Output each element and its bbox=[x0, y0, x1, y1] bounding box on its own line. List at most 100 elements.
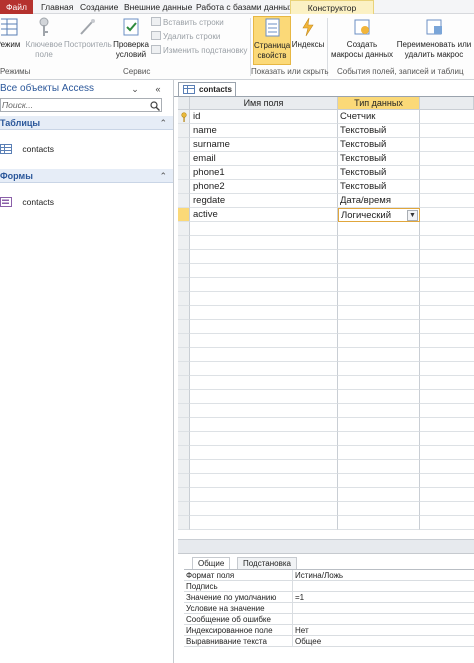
empty-row[interactable] bbox=[178, 348, 474, 362]
property-value[interactable] bbox=[292, 581, 474, 592]
row-selector[interactable] bbox=[178, 502, 190, 516]
field-row[interactable]: name Текстовый bbox=[178, 124, 474, 138]
row-selector[interactable] bbox=[178, 362, 190, 376]
data-type-cell[interactable] bbox=[338, 432, 420, 446]
empty-row[interactable] bbox=[178, 516, 474, 530]
data-type-cell[interactable] bbox=[338, 362, 420, 376]
field-name-cell[interactable] bbox=[190, 264, 338, 278]
nav-section-tables[interactable]: Таблицы ⌃ bbox=[0, 116, 173, 130]
primary-key-button[interactable]: Ключевое поле bbox=[24, 16, 64, 60]
description-cell[interactable] bbox=[420, 320, 474, 334]
field-name-cell[interactable] bbox=[190, 278, 338, 292]
description-cell[interactable] bbox=[420, 180, 474, 194]
tab-create[interactable]: Создание bbox=[77, 0, 121, 14]
data-type-cell[interactable]: Текстовый bbox=[338, 166, 420, 180]
test-validation-button[interactable]: Проверка условий bbox=[110, 16, 152, 60]
empty-row[interactable] bbox=[178, 250, 474, 264]
data-type-cell[interactable]: Текстовый bbox=[338, 124, 420, 138]
grid-corner[interactable] bbox=[178, 97, 190, 110]
field-name-cell[interactable] bbox=[190, 404, 338, 418]
row-selector[interactable] bbox=[178, 404, 190, 418]
tab-general[interactable]: Общие bbox=[192, 557, 231, 569]
property-row[interactable]: Условие на значение bbox=[184, 603, 474, 614]
data-type-cell[interactable]: Текстовый bbox=[338, 152, 420, 166]
field-name-cell[interactable]: phone2 bbox=[190, 180, 338, 194]
row-selector[interactable] bbox=[178, 376, 190, 390]
field-name-cell[interactable]: name bbox=[190, 124, 338, 138]
delete-rows-button[interactable]: Удалить строки bbox=[151, 31, 220, 43]
empty-row[interactable] bbox=[178, 292, 474, 306]
empty-row[interactable] bbox=[178, 362, 474, 376]
description-cell[interactable] bbox=[420, 418, 474, 432]
description-cell[interactable] bbox=[420, 194, 474, 208]
nav-menu-chevron-icon[interactable]: ⌄ bbox=[129, 83, 141, 95]
description-cell[interactable] bbox=[420, 334, 474, 348]
field-name-cell[interactable] bbox=[190, 502, 338, 516]
empty-row[interactable] bbox=[178, 460, 474, 474]
property-sheet-button[interactable]: Страница свойств bbox=[253, 16, 291, 65]
field-name-cell[interactable] bbox=[190, 236, 338, 250]
tab-external-data[interactable]: Внешние данные bbox=[121, 0, 195, 14]
field-name-cell[interactable] bbox=[190, 516, 338, 530]
description-cell[interactable] bbox=[420, 432, 474, 446]
tab-lookup[interactable]: Подстановка bbox=[237, 557, 297, 569]
property-row[interactable]: Сообщение об ошибке bbox=[184, 614, 474, 625]
row-selector[interactable] bbox=[178, 474, 190, 488]
column-header-description[interactable] bbox=[420, 97, 474, 110]
data-type-cell[interactable]: Текстовый bbox=[338, 180, 420, 194]
description-cell[interactable] bbox=[420, 110, 474, 124]
property-row[interactable]: Формат поля Истина/Ложь bbox=[184, 570, 474, 581]
tab-database-tools[interactable]: Работа с базами данных bbox=[193, 0, 296, 14]
description-cell[interactable] bbox=[420, 376, 474, 390]
field-row[interactable]: surname Текстовый bbox=[178, 138, 474, 152]
row-selector[interactable] bbox=[178, 390, 190, 404]
data-type-cell[interactable] bbox=[338, 488, 420, 502]
data-type-cell[interactable] bbox=[338, 460, 420, 474]
row-selector[interactable] bbox=[178, 432, 190, 446]
empty-row[interactable] bbox=[178, 306, 474, 320]
description-cell[interactable] bbox=[420, 474, 474, 488]
row-selector[interactable] bbox=[178, 138, 190, 152]
data-type-cell[interactable] bbox=[338, 264, 420, 278]
data-type-cell[interactable] bbox=[338, 446, 420, 460]
indexes-button[interactable]: Индексы bbox=[291, 16, 325, 50]
insert-rows-button[interactable]: Вставить строки bbox=[151, 17, 224, 29]
field-row[interactable]: phone1 Текстовый bbox=[178, 166, 474, 180]
nav-item-form-contacts[interactable]: contacts bbox=[0, 195, 54, 209]
splitter-bar[interactable] bbox=[178, 539, 474, 553]
row-selector[interactable] bbox=[178, 278, 190, 292]
field-name-cell[interactable] bbox=[190, 376, 338, 390]
description-cell[interactable] bbox=[420, 404, 474, 418]
empty-row[interactable] bbox=[178, 278, 474, 292]
field-name-cell[interactable] bbox=[190, 334, 338, 348]
row-selector[interactable] bbox=[178, 306, 190, 320]
field-name-cell[interactable]: id bbox=[190, 110, 338, 124]
empty-row[interactable] bbox=[178, 404, 474, 418]
description-cell[interactable] bbox=[420, 348, 474, 362]
field-name-cell[interactable] bbox=[190, 320, 338, 334]
description-cell[interactable] bbox=[420, 278, 474, 292]
field-name-cell[interactable]: phone1 bbox=[190, 166, 338, 180]
row-selector[interactable] bbox=[178, 180, 190, 194]
description-cell[interactable] bbox=[420, 446, 474, 460]
nav-search-input[interactable]: Поиск... bbox=[0, 98, 162, 112]
description-cell[interactable] bbox=[420, 236, 474, 250]
data-type-cell[interactable] bbox=[338, 390, 420, 404]
field-name-cell[interactable] bbox=[190, 222, 338, 236]
row-selector[interactable] bbox=[178, 334, 190, 348]
empty-row[interactable] bbox=[178, 432, 474, 446]
field-name-cell[interactable] bbox=[190, 474, 338, 488]
field-name-cell[interactable] bbox=[190, 390, 338, 404]
field-name-cell[interactable]: email bbox=[190, 152, 338, 166]
empty-row[interactable] bbox=[178, 236, 474, 250]
description-cell[interactable] bbox=[420, 306, 474, 320]
field-name-cell[interactable] bbox=[190, 418, 338, 432]
property-value[interactable]: Нет bbox=[292, 625, 474, 636]
row-selector[interactable] bbox=[178, 446, 190, 460]
search-icon[interactable] bbox=[150, 101, 160, 111]
row-selector[interactable] bbox=[178, 516, 190, 530]
description-cell[interactable] bbox=[420, 208, 474, 222]
field-row[interactable]: id Счетчик bbox=[178, 110, 474, 124]
empty-row[interactable] bbox=[178, 502, 474, 516]
field-row[interactable]: email Текстовый bbox=[178, 152, 474, 166]
